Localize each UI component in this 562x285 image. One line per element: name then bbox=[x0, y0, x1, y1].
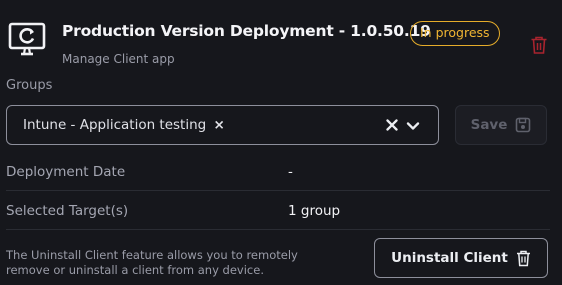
trash-icon bbox=[516, 250, 530, 266]
divider bbox=[6, 229, 550, 230]
selected-group-label: Intune - Application testing bbox=[23, 117, 207, 133]
status-badge: In progress bbox=[410, 21, 500, 46]
groups-select[interactable]: Intune - Application testing × bbox=[6, 105, 439, 145]
save-button-label: Save bbox=[470, 117, 508, 133]
remove-group-button[interactable]: × bbox=[214, 117, 225, 133]
clear-icon[interactable] bbox=[385, 118, 399, 132]
save-button[interactable]: Save bbox=[455, 105, 547, 145]
divider bbox=[6, 190, 550, 191]
deployment-date-value: - bbox=[288, 164, 293, 180]
delete-icon[interactable] bbox=[530, 35, 548, 55]
page-subtitle: Manage Client app bbox=[62, 52, 175, 66]
selected-targets-value: 1 group bbox=[288, 203, 341, 219]
page-title: Production Version Deployment - 1.0.50.1… bbox=[62, 22, 431, 40]
chevron-down-icon[interactable] bbox=[405, 118, 421, 134]
uninstall-client-button[interactable]: Uninstall Client bbox=[374, 238, 548, 278]
selected-targets-label: Selected Target(s) bbox=[6, 203, 129, 219]
uninstall-button-label: Uninstall Client bbox=[391, 250, 508, 266]
deployment-date-label: Deployment Date bbox=[6, 164, 126, 180]
selected-group-chip: Intune - Application testing × bbox=[23, 117, 225, 133]
save-icon bbox=[516, 117, 531, 133]
monitor-refresh-icon bbox=[8, 22, 46, 56]
groups-label: Groups bbox=[6, 78, 53, 93]
uninstall-description: The Uninstall Client feature allows you … bbox=[6, 248, 298, 277]
